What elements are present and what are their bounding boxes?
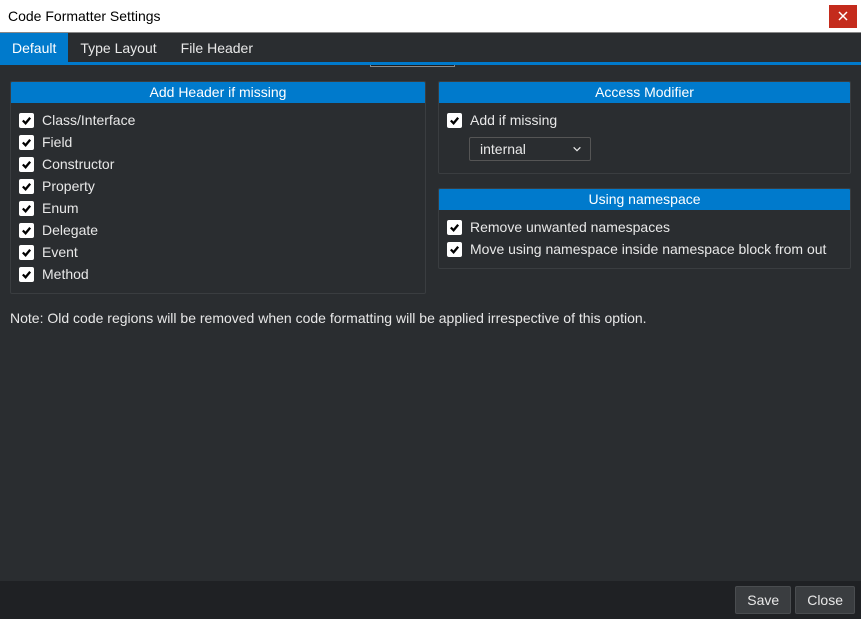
add-header-panel: Add Header if missing Class/Interface Fi… <box>10 81 426 294</box>
checkbox-remove-unwanted[interactable]: Remove unwanted namespaces <box>447 216 842 238</box>
select-value: internal <box>480 141 526 157</box>
checkmark-icon <box>19 223 34 238</box>
checkmark-icon <box>447 242 462 257</box>
checkbox-event[interactable]: Event <box>19 241 417 263</box>
checkbox-label: Remove unwanted namespaces <box>470 219 670 235</box>
footer-bar: Save Close <box>0 581 861 619</box>
using-namespace-panel: Using namespace Remove unwanted namespac… <box>438 188 851 269</box>
checkbox-method[interactable]: Method <box>19 263 417 285</box>
checkmark-icon <box>19 245 34 260</box>
tab-type-layout[interactable]: Type Layout <box>68 33 168 62</box>
access-modifier-select[interactable]: internal <box>469 137 591 161</box>
content-area: Add Header if missing Class/Interface Fi… <box>0 65 861 310</box>
chevron-down-icon <box>572 144 582 154</box>
add-header-title: Add Header if missing <box>11 82 425 103</box>
title-bar: Code Formatter Settings <box>0 0 861 33</box>
using-namespace-title: Using namespace <box>439 189 850 210</box>
tab-default[interactable]: Default <box>0 33 68 62</box>
checkbox-label: Enum <box>42 200 79 216</box>
checkbox-property[interactable]: Property <box>19 175 417 197</box>
right-column: Access Modifier Add if missing internal … <box>438 81 851 269</box>
checkmark-icon <box>19 135 34 150</box>
checkbox-enum[interactable]: Enum <box>19 197 417 219</box>
checkbox-label: Method <box>42 266 89 282</box>
checkmark-icon <box>19 267 34 282</box>
checkmark-icon <box>19 113 34 128</box>
access-modifier-panel: Access Modifier Add if missing internal <box>438 81 851 174</box>
note-text: Note: Old code regions will be removed w… <box>0 310 861 326</box>
checkbox-field[interactable]: Field <box>19 131 417 153</box>
access-modifier-title: Access Modifier <box>439 82 850 103</box>
tab-file-header[interactable]: File Header <box>169 33 265 62</box>
checkmark-icon <box>19 157 34 172</box>
checkbox-label: Add if missing <box>470 112 557 128</box>
checkbox-label: Class/Interface <box>42 112 135 128</box>
checkbox-delegate[interactable]: Delegate <box>19 219 417 241</box>
using-namespace-body: Remove unwanted namespaces Move using na… <box>439 210 850 268</box>
save-button[interactable]: Save <box>735 586 791 614</box>
close-icon <box>838 11 848 21</box>
checkbox-label: Constructor <box>42 156 114 172</box>
checkbox-label: Move using namespace inside namespace bl… <box>470 241 826 257</box>
tab-bar: Default Type Layout File Header <box>0 33 861 65</box>
checkmark-icon <box>19 201 34 216</box>
checkbox-label: Field <box>42 134 72 150</box>
window-close-button[interactable] <box>829 5 857 28</box>
checkbox-constructor[interactable]: Constructor <box>19 153 417 175</box>
checkmark-icon <box>447 220 462 235</box>
window-title: Code Formatter Settings <box>8 8 161 24</box>
checkbox-label: Property <box>42 178 95 194</box>
checkbox-label: Delegate <box>42 222 98 238</box>
close-button[interactable]: Close <box>795 586 855 614</box>
checkbox-add-if-missing[interactable]: Add if missing <box>447 109 842 131</box>
checkmark-icon <box>19 179 34 194</box>
access-modifier-body: Add if missing internal <box>439 103 850 173</box>
checkbox-label: Event <box>42 244 78 260</box>
checkbox-class-interface[interactable]: Class/Interface <box>19 109 417 131</box>
checkbox-move-inside[interactable]: Move using namespace inside namespace bl… <box>447 238 842 260</box>
add-header-body: Class/Interface Field Constructor Proper… <box>11 103 425 293</box>
checkmark-icon <box>447 113 462 128</box>
